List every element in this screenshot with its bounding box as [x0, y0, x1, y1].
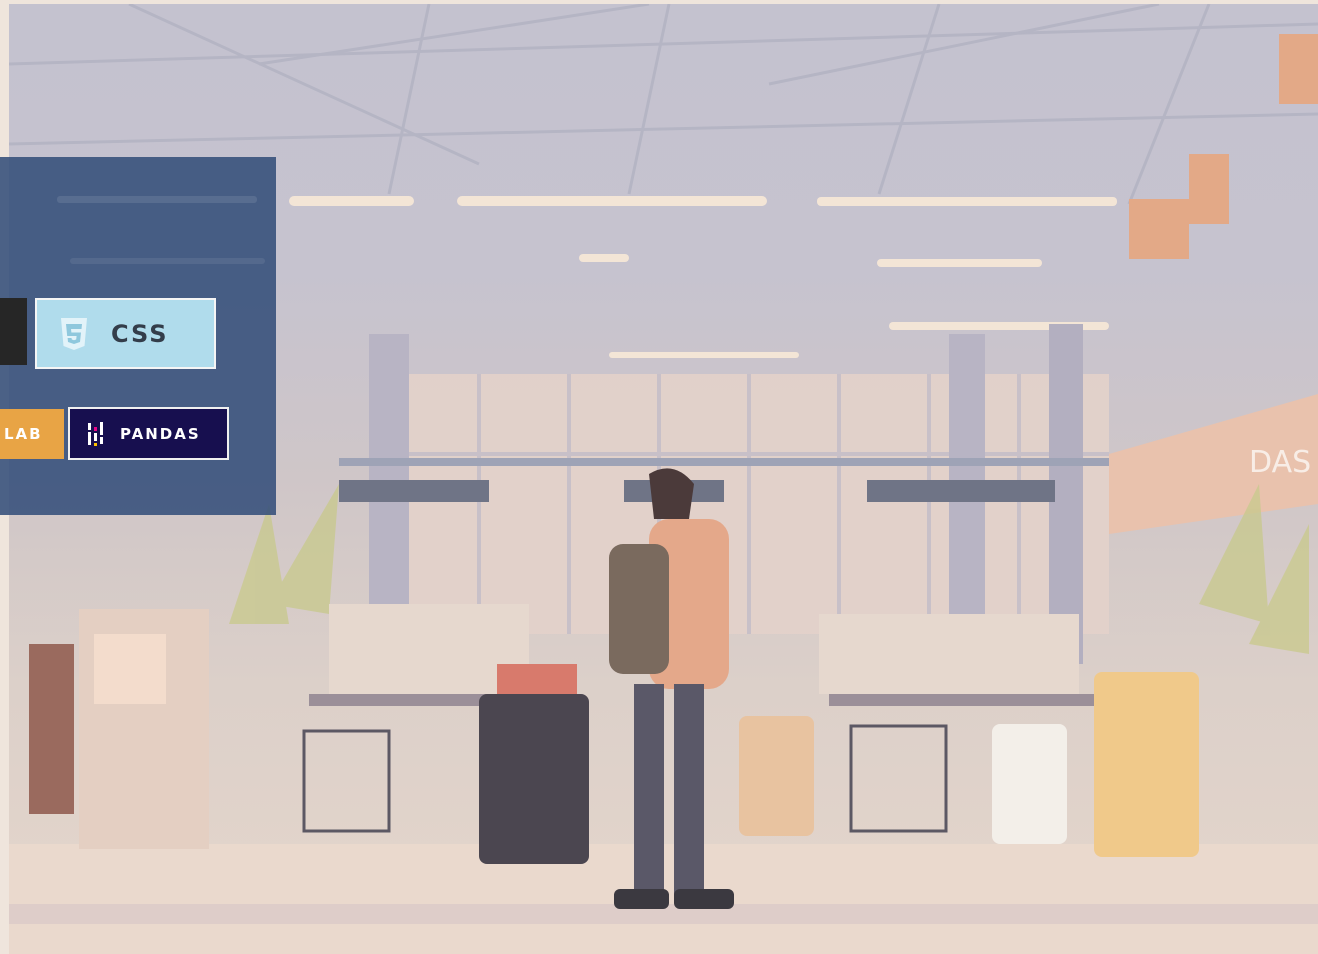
wall-sign-text: DAS [1249, 445, 1311, 480]
card-subtitle-placeholder [70, 258, 265, 264]
dark-skill-badge [0, 298, 27, 365]
pandas-skill-badge: PANDAS [68, 407, 229, 460]
pandas-badge-label: PANDAS [120, 424, 201, 443]
css-badge-label: CSS [111, 319, 169, 348]
lab-badge-label: LAB [4, 425, 43, 443]
lab-skill-badge: LAB [0, 409, 64, 459]
css-skill-badge: CSS [35, 298, 216, 369]
card-title-placeholder [57, 196, 257, 203]
css3-shield-icon [59, 317, 89, 351]
pandas-bars-icon [86, 421, 104, 447]
